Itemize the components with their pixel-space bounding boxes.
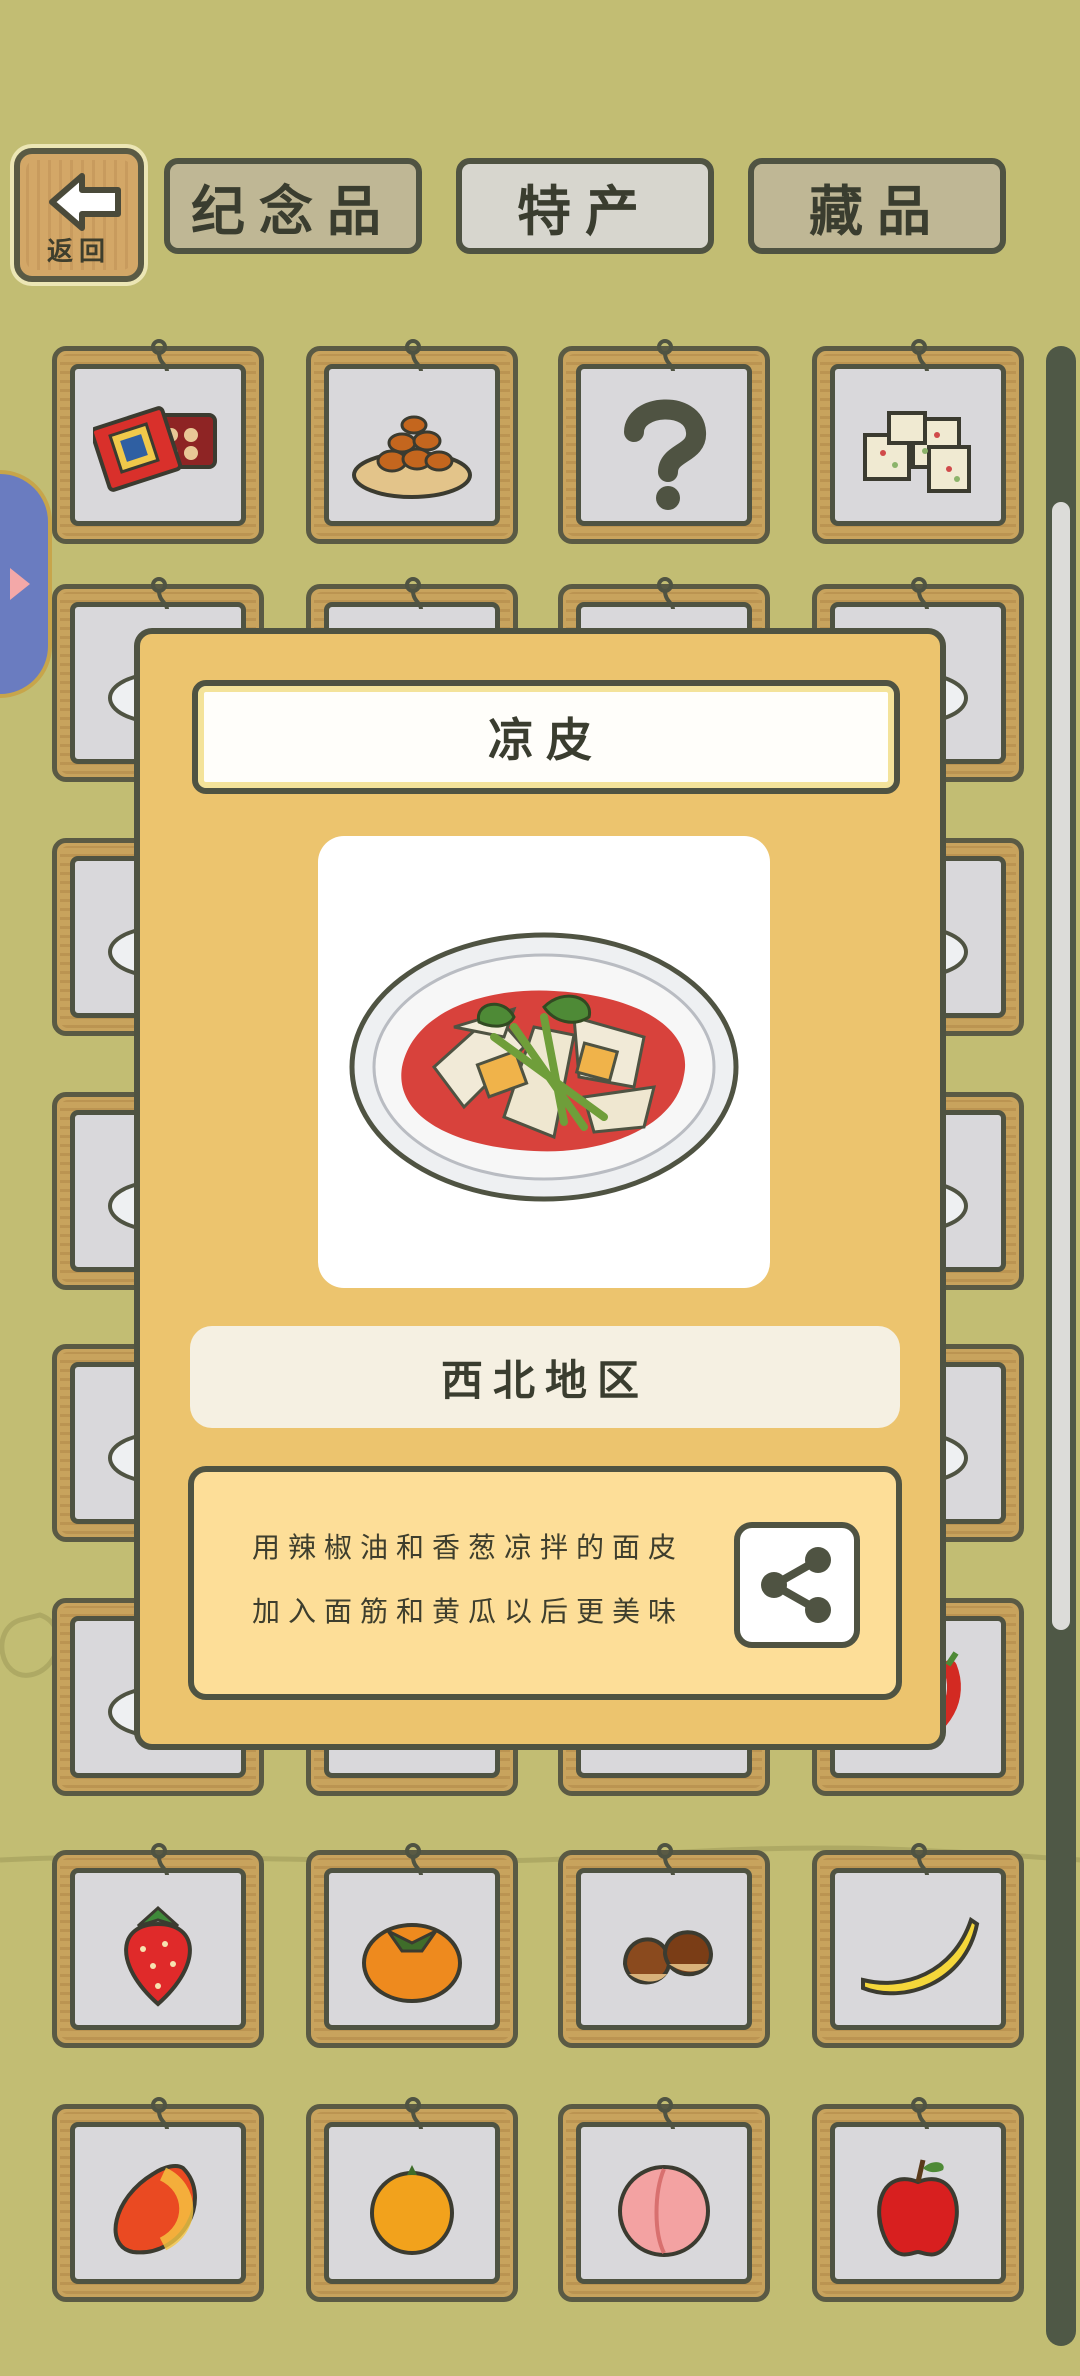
chestnut-icon — [581, 1883, 747, 2025]
apple-icon — [835, 2137, 1001, 2279]
hang-hook-icon — [657, 339, 675, 372]
hang-hook-icon — [151, 1843, 169, 1876]
tab-collectibles[interactable]: 藏品 — [748, 158, 1006, 254]
hang-hook-icon — [405, 2097, 423, 2130]
item-image — [318, 836, 770, 1288]
item-detail-modal: 凉皮 西北地区 用辣椒油和香葱凉拌的面皮 加入面筋和黄瓜以后更美味 — [134, 628, 946, 1750]
grid-item-card[interactable] — [558, 1843, 770, 2048]
grid-item-frame — [70, 364, 246, 526]
peach-icon — [581, 2137, 747, 2279]
gift-box-icon — [75, 379, 241, 521]
grid-item-frame — [70, 1868, 246, 2030]
item-description-line-2: 加入面筋和黄瓜以后更美味 — [252, 1595, 685, 1628]
hang-hook-icon — [151, 2097, 169, 2130]
grid-item-frame — [576, 364, 752, 526]
grid-item-frame — [830, 1868, 1006, 2030]
hang-hook-icon — [657, 1843, 675, 1876]
hang-hook-icon — [151, 577, 169, 610]
item-description-line-1: 用辣椒油和香葱凉拌的面皮 — [252, 1531, 685, 1564]
hang-hook-icon — [911, 2097, 929, 2130]
mango-icon — [75, 2137, 241, 2279]
grid-item-frame — [830, 364, 1006, 526]
grid-item-card[interactable] — [812, 339, 1024, 544]
item-title: 凉皮 — [192, 680, 900, 794]
hang-hook-icon — [911, 1843, 929, 1876]
hang-hook-icon — [657, 2097, 675, 2130]
grid-item-frame — [70, 2122, 246, 2284]
liangpi-plate-icon — [349, 932, 739, 1202]
grid-item-card[interactable] — [558, 2097, 770, 2302]
share-button[interactable] — [734, 1522, 860, 1648]
grid-item-card[interactable] — [306, 339, 518, 544]
strawberry-icon — [75, 1883, 241, 2025]
nougat-icon — [835, 379, 1001, 521]
grid-item-frame — [324, 364, 500, 526]
hang-hook-icon — [405, 339, 423, 372]
hang-hook-icon — [911, 577, 929, 610]
hang-hook-icon — [405, 577, 423, 610]
tab-specialties[interactable]: 特产 — [456, 158, 714, 254]
grid-item-card[interactable] — [306, 2097, 518, 2302]
back-button[interactable]: 返回 — [14, 148, 144, 282]
grid-item-card[interactable] — [558, 339, 770, 544]
question-mark-icon — [581, 379, 747, 521]
hang-hook-icon — [657, 577, 675, 610]
scrollbar-thumb[interactable] — [1052, 502, 1070, 1630]
grid-item-card[interactable] — [52, 1843, 264, 2048]
grid-item-frame — [830, 2122, 1006, 2284]
grid-item-card[interactable] — [52, 2097, 264, 2302]
grid-item-frame — [576, 2122, 752, 2284]
orange-icon — [329, 2137, 495, 2279]
item-region: 西北地区 — [190, 1326, 900, 1428]
grid-item-card[interactable] — [812, 2097, 1024, 2302]
fried-dough-plate-icon — [329, 379, 495, 521]
share-icon — [761, 1547, 831, 1623]
banana-icon — [835, 1883, 1001, 2025]
tab-souvenirs[interactable]: 纪念品 — [164, 158, 422, 254]
chevron-right-icon — [10, 568, 30, 600]
hang-hook-icon — [405, 1843, 423, 1876]
grid-item-card[interactable] — [306, 1843, 518, 2048]
persimmon-icon — [329, 1883, 495, 2025]
grid-item-frame — [324, 2122, 500, 2284]
hang-hook-icon — [911, 339, 929, 372]
side-drawer-tab[interactable] — [0, 470, 52, 698]
grid-item-frame — [324, 1868, 500, 2030]
grid-item-card[interactable] — [812, 1843, 1024, 2048]
item-description-box: 用辣椒油和香葱凉拌的面皮 加入面筋和黄瓜以后更美味 — [188, 1466, 902, 1700]
back-button-label: 返回 — [46, 237, 111, 267]
hang-hook-icon — [151, 339, 169, 372]
grid-item-card[interactable] — [52, 339, 264, 544]
back-arrow-icon — [49, 173, 121, 231]
grid-item-frame — [576, 1868, 752, 2030]
